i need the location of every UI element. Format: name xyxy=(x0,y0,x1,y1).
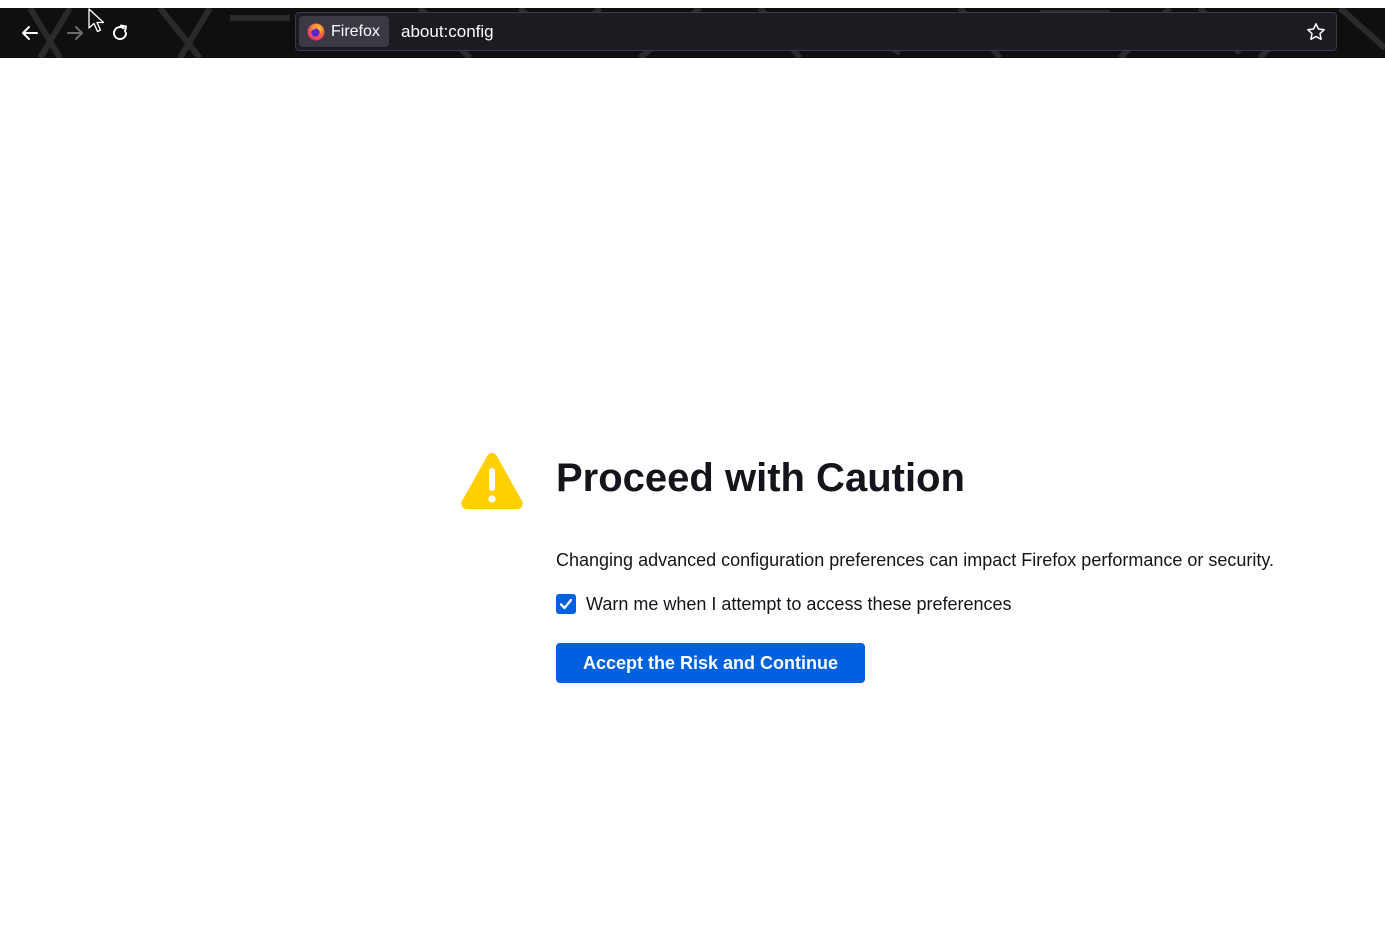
identity-label: Firefox xyxy=(331,22,380,40)
warning-description: Changing advanced configuration preferen… xyxy=(556,550,1275,570)
back-button[interactable] xyxy=(15,18,45,48)
back-arrow-icon xyxy=(22,26,38,40)
warning-icon xyxy=(461,452,523,509)
firefox-logo-icon xyxy=(307,23,325,40)
url-text[interactable]: about:config xyxy=(401,13,494,50)
star-icon xyxy=(1307,23,1325,41)
address-bar[interactable]: Firefox about:config xyxy=(295,12,1337,51)
warn-checkbox[interactable] xyxy=(556,594,576,614)
warn-checkbox-label[interactable]: Warn me when I attempt to access these p… xyxy=(586,594,1012,615)
page-title: Proceed with Caution xyxy=(556,456,965,500)
warn-checkbox-row[interactable]: Warn me when I attempt to access these p… xyxy=(556,592,1012,616)
checkmark-icon xyxy=(559,598,573,610)
mouse-cursor-icon xyxy=(88,8,105,33)
browser-toolbar: Firefox about:config xyxy=(0,8,1385,58)
identity-box[interactable]: Firefox xyxy=(299,16,389,47)
forward-button[interactable] xyxy=(60,18,90,48)
reload-icon xyxy=(113,24,128,41)
accept-risk-button[interactable]: Accept the Risk and Continue xyxy=(556,643,865,683)
reload-button[interactable] xyxy=(105,18,135,48)
bookmark-star-button[interactable] xyxy=(1304,20,1328,44)
forward-arrow-icon xyxy=(67,26,83,40)
window-top-edge xyxy=(0,0,1385,8)
